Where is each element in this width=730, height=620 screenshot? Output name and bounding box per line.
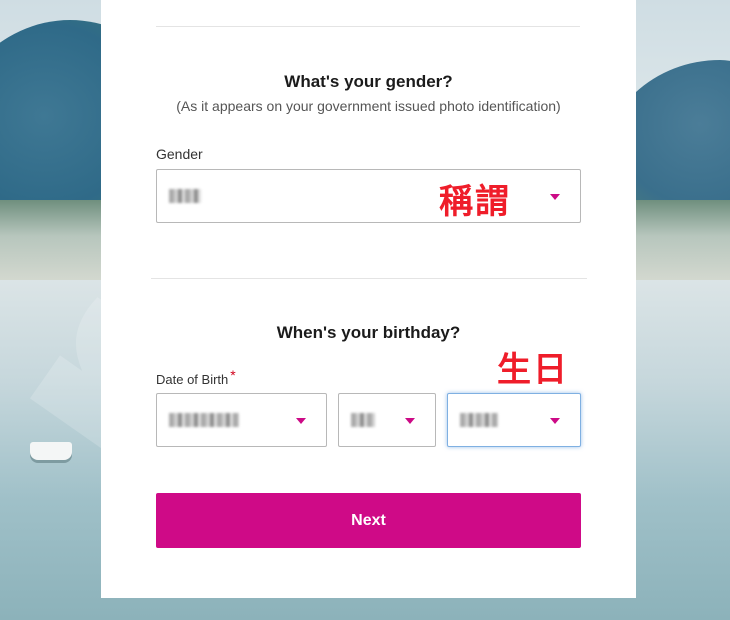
gender-subheading: (As it appears on your government issued… xyxy=(176,98,561,114)
gender-heading: What's your gender? xyxy=(284,72,453,91)
birthday-heading: When's your birthday? xyxy=(276,323,461,342)
next-button[interactable]: Next xyxy=(156,493,581,548)
gender-annotation: 稱謂 xyxy=(439,182,511,222)
divider-middle xyxy=(151,278,587,279)
required-asterisk: * xyxy=(230,367,236,383)
month-selected-value-blurred xyxy=(351,413,375,427)
birthday-annotation: 生日 xyxy=(497,350,569,390)
year-selected-value-blurred xyxy=(169,413,239,427)
day-selected-value-blurred xyxy=(460,413,498,427)
dob-label-text: Date of Birth xyxy=(156,372,229,387)
gender-selected-value-blurred xyxy=(169,189,201,203)
chevron-down-icon[interactable] xyxy=(550,194,560,200)
chevron-down-icon[interactable] xyxy=(550,418,560,424)
chevron-down-icon[interactable] xyxy=(296,418,306,424)
gender-label: Gender xyxy=(156,146,203,162)
chevron-down-icon[interactable] xyxy=(405,418,415,424)
dob-day-select[interactable] xyxy=(447,393,581,447)
signup-card: What's your gender? (As it appears on yo… xyxy=(101,0,636,598)
dob-month-select[interactable] xyxy=(338,393,436,447)
dob-year-select[interactable] xyxy=(156,393,327,447)
gender-select[interactable] xyxy=(156,169,581,223)
dob-label: Date of Birth * xyxy=(156,367,236,387)
boat xyxy=(30,442,72,460)
divider-top xyxy=(156,26,580,27)
